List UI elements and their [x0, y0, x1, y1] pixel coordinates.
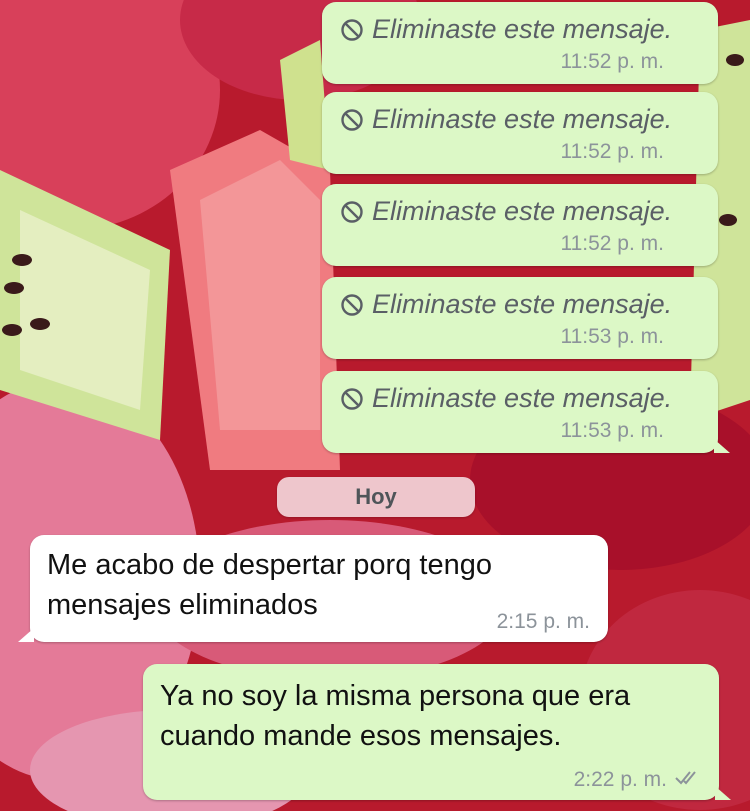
- incoming-message[interactable]: Me acabo de despertar porq tengo mensaje…: [18, 535, 608, 642]
- deleted-message[interactable]: Eliminaste este mensaje. 11:53 p. m.: [322, 277, 718, 359]
- message-time: 11:53 p. m.: [560, 325, 664, 348]
- message-time: 2:15 p. m.: [496, 610, 590, 633]
- ban-icon: [341, 387, 363, 410]
- deleted-message-text: Eliminaste este mensaje.: [372, 14, 673, 44]
- deleted-message-text: Eliminaste este mensaje.: [372, 289, 673, 319]
- message-text: Ya no soy la misma persona que era cuand…: [160, 676, 705, 756]
- date-separator: Hoy: [277, 477, 475, 517]
- message-time: 11:52 p. m.: [560, 50, 664, 73]
- message-line: Ya no soy la misma persona que era: [160, 680, 631, 712]
- outgoing-message[interactable]: Ya no soy la misma persona que era cuand…: [143, 664, 731, 800]
- deleted-message-text: Eliminaste este mensaje.: [372, 104, 673, 134]
- double-check-icon: [675, 771, 696, 785]
- ban-icon: [341, 108, 363, 131]
- message-time: 11:53 p. m.: [560, 419, 664, 442]
- ban-icon: [341, 293, 363, 316]
- deleted-message-text: Eliminaste este mensaje.: [372, 383, 673, 413]
- deleted-message[interactable]: Eliminaste este mensaje. 11:52 p. m.: [322, 184, 718, 266]
- deleted-message[interactable]: Eliminaste este mensaje. 11:52 p. m.: [322, 2, 718, 84]
- deleted-message[interactable]: Eliminaste este mensaje. 11:53 p. m.: [322, 371, 730, 453]
- chat-thread: Eliminaste este mensaje. 11:52 p. m. Eli…: [0, 0, 750, 811]
- deleted-message-text: Eliminaste este mensaje.: [372, 196, 673, 226]
- message-line: Me acabo de despertar porq tengo: [47, 549, 492, 581]
- message-time: 11:52 p. m.: [560, 232, 664, 255]
- deleted-message[interactable]: Eliminaste este mensaje. 11:52 p. m.: [322, 92, 718, 174]
- ban-icon: [341, 18, 363, 41]
- ban-icon: [341, 200, 363, 223]
- date-label: Hoy: [355, 484, 397, 509]
- message-time: 2:22 p. m.: [573, 768, 667, 791]
- message-line: cuando mande esos mensajes.: [160, 720, 562, 752]
- message-time: 11:52 p. m.: [560, 140, 664, 163]
